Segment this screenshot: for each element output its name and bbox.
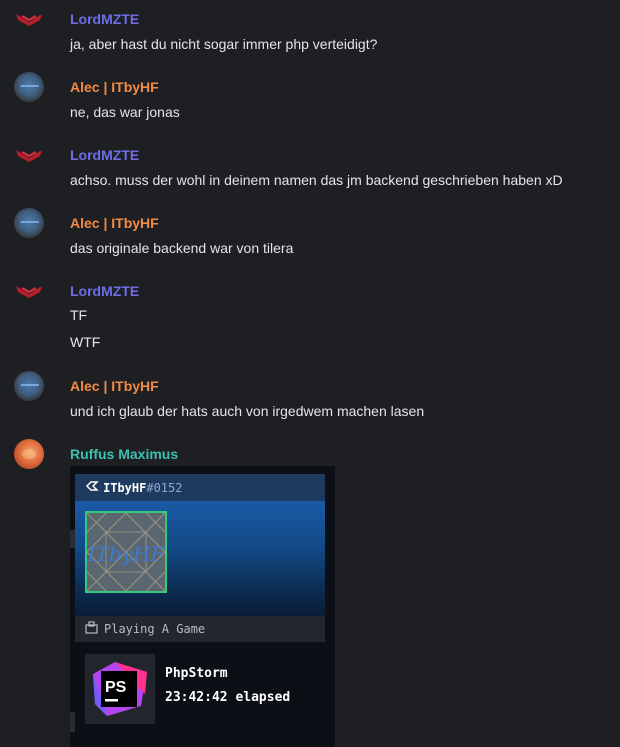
card-avatar: ITbyHF [85, 511, 167, 593]
message-text: achso. muss der wohl in deinem namen das… [70, 172, 563, 188]
lordmzte-avatar-icon[interactable] [14, 146, 44, 164]
activity: PS PhpStorm 23:42:42 elapsed [75, 642, 325, 740]
discord-logo-icon [85, 480, 99, 495]
card-header: ITbyHF #0152 [75, 474, 325, 501]
card-username: ITbyHF [103, 480, 147, 495]
divider [70, 530, 75, 548]
author-name[interactable]: LordMZTE [70, 11, 139, 27]
author-name[interactable]: Ruffus Maximus [70, 446, 178, 462]
card-banner: ITbyHF [75, 501, 325, 616]
presence-card-image[interactable]: ITbyHF #0152 ITbyHF Playing A Game PS Ph… [70, 466, 335, 747]
author-name[interactable]: LordMZTE [70, 283, 139, 299]
ruffus-avatar[interactable] [14, 439, 44, 469]
author-name[interactable]: Alec | ITbyHF [70, 79, 159, 95]
message-text: das originale backend war von tilera [70, 240, 294, 256]
alec-avatar[interactable] [14, 208, 44, 238]
phpstorm-icon: PS [85, 654, 155, 724]
card-discriminator: #0152 [146, 480, 183, 495]
divider [70, 712, 75, 732]
alec-avatar[interactable] [14, 72, 44, 102]
svg-text:ITbyHF: ITbyHF [87, 542, 165, 566]
lordmzte-avatar-icon[interactable] [14, 10, 44, 28]
playing-bar: Playing A Game [75, 616, 325, 642]
game-controller-icon [85, 621, 98, 637]
alec-avatar[interactable] [14, 371, 44, 401]
message-text: WTF [70, 334, 101, 350]
author-name[interactable]: LordMZTE [70, 147, 139, 163]
author-name[interactable]: Alec | ITbyHF [70, 215, 159, 231]
playing-label: Playing A Game [104, 622, 206, 636]
message-text: und ich glaub der hats auch von irgedwem… [70, 403, 425, 419]
elapsed-time: 23:42:42 elapsed [165, 690, 291, 705]
svg-text:PS: PS [105, 679, 127, 696]
message-text: TF [70, 307, 88, 323]
message-text: ne, das war jonas [70, 104, 180, 120]
lordmzte-avatar-icon[interactable] [14, 282, 44, 300]
app-name: PhpStorm [165, 666, 228, 681]
author-name[interactable]: Alec | ITbyHF [70, 378, 159, 394]
message-text: ja, aber hast du nicht sogar immer php v… [70, 36, 378, 52]
